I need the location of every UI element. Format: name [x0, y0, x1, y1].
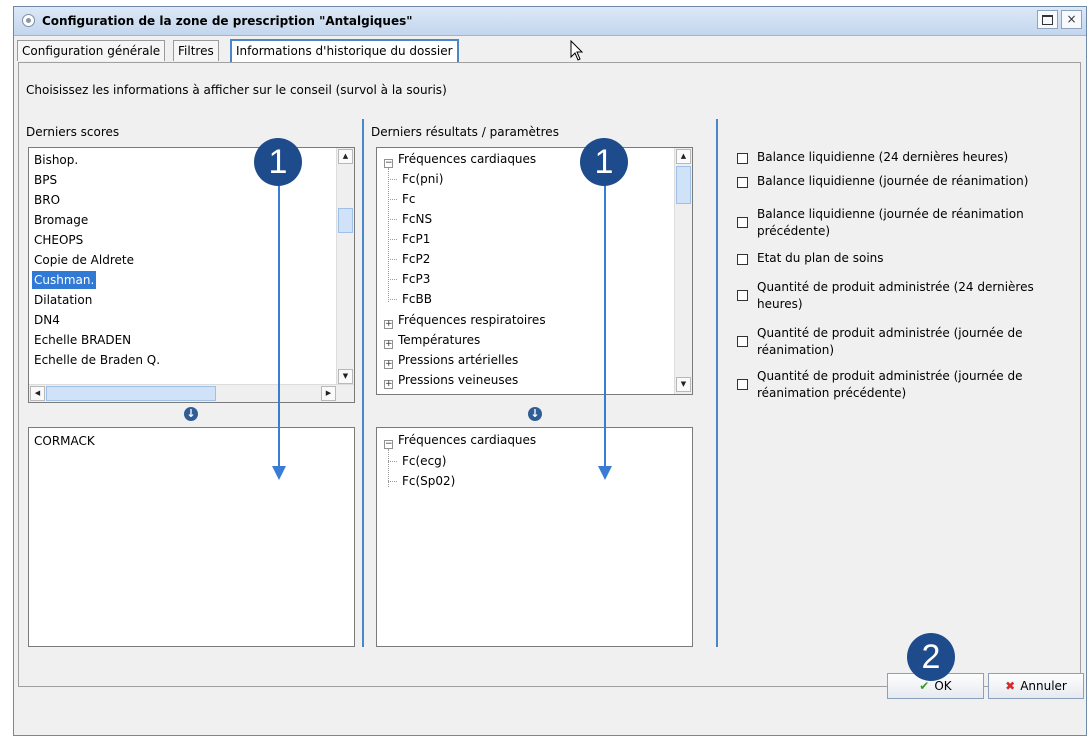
annotation-arrow-head	[272, 466, 286, 480]
tree-leaf[interactable]: FcP3	[402, 270, 430, 288]
maximize-button[interactable]	[1037, 10, 1058, 29]
scroll-up-icon[interactable]: ▲	[338, 149, 353, 164]
tree-node[interactable]: Fréquences cardiaques	[398, 431, 536, 449]
column-separator-left	[362, 119, 364, 647]
scroll-right-icon[interactable]: ▶	[321, 386, 336, 401]
list-item[interactable]: DN4	[32, 311, 62, 329]
title-bar: Configuration de la zone de prescription…	[14, 7, 1086, 36]
tree-line	[388, 168, 389, 302]
scroll-thumb[interactable]	[676, 166, 691, 204]
tree-node[interactable]: Fréquences cardiaques	[398, 150, 536, 168]
list-item[interactable]: Bromage	[32, 211, 90, 229]
cancel-button[interactable]: ✖ Annuler	[988, 673, 1084, 699]
list-item[interactable]: BPS	[32, 171, 59, 189]
tree-node[interactable]: Pressions artérielles	[398, 351, 518, 369]
list-item[interactable]: Copie de Aldrete	[32, 251, 136, 269]
maximize-icon	[1042, 15, 1053, 25]
scroll-thumb[interactable]	[338, 208, 353, 233]
expand-icon[interactable]: +	[384, 340, 393, 349]
tree-leaf[interactable]: Fc(pni)	[402, 170, 443, 188]
scores-chosen-list[interactable]: CORMACK	[28, 427, 355, 647]
tree-node[interactable]: Pressions veineuses	[398, 371, 518, 389]
list-item[interactable]: Bishop.	[32, 151, 80, 169]
checkbox[interactable]	[737, 379, 748, 390]
tab-panel: Choisissez les informations à afficher s…	[18, 62, 1081, 687]
expand-icon[interactable]: +	[384, 320, 393, 329]
tree-leaf[interactable]: FcP1	[402, 230, 430, 248]
list-item-selected[interactable]: Cushman.	[32, 271, 97, 289]
column-separator-right	[716, 119, 718, 647]
annotation-arrow-scores	[278, 186, 280, 468]
app-icon	[22, 14, 35, 27]
scroll-up-icon[interactable]: ▲	[676, 149, 691, 164]
mouse-cursor-icon	[570, 40, 584, 61]
add-down-icon[interactable]: ↓	[184, 407, 198, 421]
add-down-icon[interactable]: ↓	[528, 407, 542, 421]
tree-leaf[interactable]: Fc(ecg)	[402, 452, 446, 470]
scores-vertical-scrollbar[interactable]: ▲ ▼	[336, 148, 354, 386]
checkbox[interactable]	[737, 254, 748, 265]
x-icon: ✖	[1005, 679, 1016, 693]
checkbox[interactable]	[737, 336, 748, 347]
collapse-icon[interactable]: −	[384, 440, 393, 449]
list-item[interactable]: Echelle BRADEN	[32, 331, 133, 349]
list-item[interactable]: Dilatation	[32, 291, 94, 309]
expand-icon[interactable]: +	[384, 360, 393, 369]
list-item[interactable]: CORMACK	[32, 432, 97, 450]
list-item[interactable]: Echelle de Braden Q.	[32, 351, 162, 369]
scroll-down-icon[interactable]: ▼	[338, 369, 353, 384]
tree-node[interactable]: Fréquences respiratoires	[398, 311, 546, 329]
annotation-arrow-head	[598, 466, 612, 480]
collapse-icon[interactable]: −	[384, 159, 393, 168]
tab-filtres[interactable]: Filtres	[173, 40, 219, 61]
list-item[interactable]: BRO	[32, 191, 62, 209]
annotation-badge-1-results: 1	[580, 138, 628, 186]
tree-node[interactable]: Températures	[398, 331, 480, 349]
list-item[interactable]: CHEOPS	[32, 231, 85, 249]
tree-leaf[interactable]: Fc(Sp02)	[402, 472, 455, 490]
dialog-window: Configuration de la zone de prescription…	[13, 6, 1087, 736]
scores-label: Derniers scores	[26, 125, 120, 139]
annotation-badge-2: 2	[907, 633, 955, 681]
annotation-badge-1-scores: 1	[254, 138, 302, 186]
instruction-text: Choisissez les informations à afficher s…	[26, 83, 447, 97]
tab-configuration-generale[interactable]: Configuration générale	[17, 40, 166, 61]
results-available-tree[interactable]: − Fréquences cardiaques Fc(pni) Fc FcNS …	[376, 147, 693, 395]
tab-informations-historique[interactable]: Informations d'historique du dossier	[230, 39, 459, 62]
results-label: Derniers résultats / paramètres	[371, 125, 559, 139]
results-chosen-tree[interactable]: − Fréquences cardiaques Fc(ecg) Fc(Sp02)	[376, 427, 693, 647]
scores-available-list[interactable]: Bishop. BPS BRO Bromage CHEOPS Copie de …	[28, 147, 355, 403]
checkbox[interactable]	[737, 177, 748, 188]
scroll-thumb[interactable]	[46, 386, 216, 401]
tree-leaf[interactable]: FcNS	[402, 210, 432, 228]
scroll-down-icon[interactable]: ▼	[676, 377, 691, 392]
scores-horizontal-scrollbar[interactable]: ◀ ▶	[29, 384, 354, 402]
checkbox[interactable]	[737, 217, 748, 228]
expand-icon[interactable]: +	[384, 380, 393, 389]
tree-leaf[interactable]: FcBB	[402, 290, 432, 308]
annotation-arrow-results	[604, 186, 606, 468]
checkbox[interactable]	[737, 290, 748, 301]
results-vertical-scrollbar[interactable]: ▲ ▼	[674, 148, 692, 394]
window-title: Configuration de la zone de prescription…	[42, 14, 413, 28]
close-button[interactable]: ×	[1061, 10, 1082, 29]
checkbox[interactable]	[737, 153, 748, 164]
tree-leaf[interactable]: Fc	[402, 190, 416, 208]
close-icon: ×	[1066, 12, 1077, 26]
tree-leaf[interactable]: FcP2	[402, 250, 430, 268]
scroll-left-icon[interactable]: ◀	[30, 386, 45, 401]
